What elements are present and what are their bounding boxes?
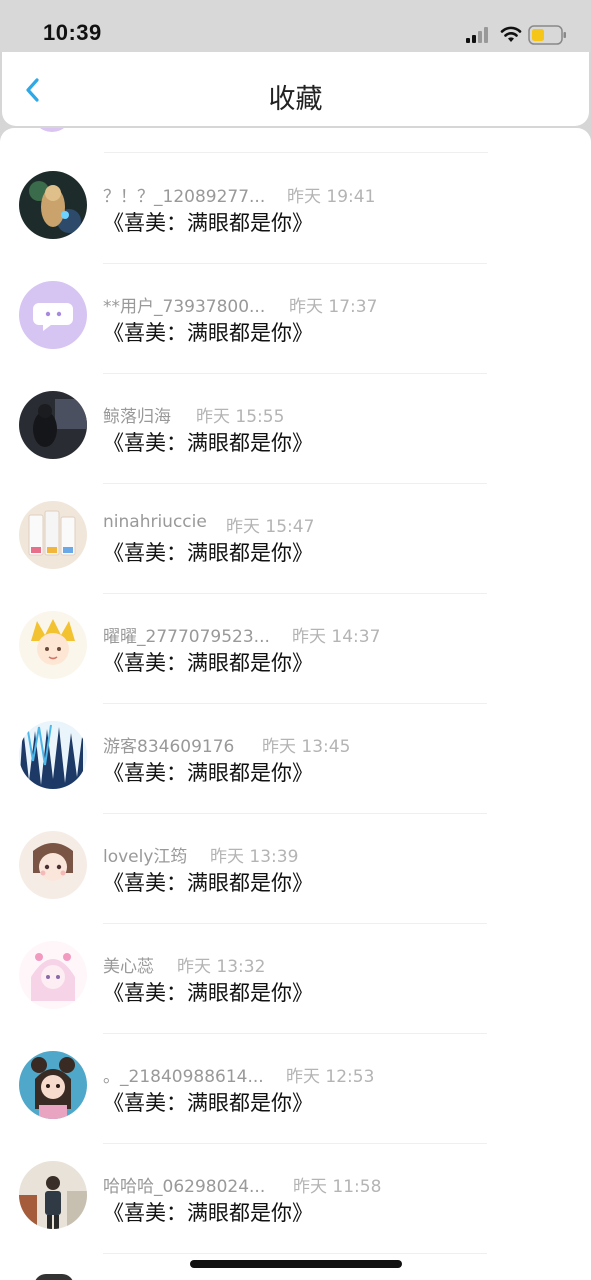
story-title: 《喜美：满眼都是你》 (103, 1091, 313, 1115)
timestamp: 昨天 12:53 (286, 1067, 375, 1087)
status-time: 10:39 (43, 20, 102, 45)
story-title: 《喜美：满眼都是你》 (103, 431, 313, 455)
favorite-item[interactable]: ninahriuccie 昨天 15:47 《喜美：满眼都是你》 (0, 484, 591, 594)
avatar[interactable] (19, 281, 87, 349)
username: 哈哈哈_06298024... (103, 1177, 266, 1197)
timestamp: 昨天 17:37 (289, 297, 378, 317)
username: 美心蕊 (103, 957, 154, 977)
wifi-icon (500, 26, 522, 42)
username: 鲸落归海 (103, 407, 171, 427)
story-title: 《喜美：满眼都是你》 (103, 981, 313, 1005)
avatar[interactable] (19, 831, 87, 899)
avatar (32, 128, 72, 132)
page-title: 收藏 (268, 84, 323, 115)
avatar[interactable] (19, 941, 87, 1009)
favorite-item[interactable]: ？！？_12089277... 昨天 19:41 《喜美：满眼都是你》 (0, 154, 591, 264)
favorite-item[interactable]: lovely江筠 昨天 13:39 《喜美：满眼都是你》 (0, 814, 591, 924)
timestamp: 昨天 13:45 (262, 737, 351, 757)
story-title: 《喜美：满眼都是你》 (103, 541, 313, 565)
avatar[interactable] (19, 171, 87, 239)
story-title: 《喜美：满眼都是你》 (103, 871, 313, 895)
username: 。_21840988614... (103, 1067, 264, 1087)
timestamp: 昨天 13:32 (177, 957, 266, 977)
timestamp: 昨天 19:41 (287, 187, 376, 207)
avatar[interactable] (19, 721, 87, 789)
username: lovely江筠 (103, 847, 188, 867)
username: ninahriuccie (103, 512, 207, 532)
avatar[interactable] (19, 611, 87, 679)
favorite-item[interactable]: **用户_73937800... 昨天 17:37 《喜美：满眼都是你》 (0, 264, 591, 374)
avatar[interactable] (19, 1161, 87, 1229)
avatar (34, 1274, 74, 1280)
timestamp: 昨天 13:39 (210, 847, 299, 867)
status-bar: 10:39 (0, 0, 591, 52)
story-title: 《喜美：满眼都是你》 (103, 651, 313, 675)
username: ？！？_12089277... (103, 187, 266, 207)
avatar[interactable] (19, 1051, 87, 1119)
navigation-bar: 收藏 (2, 52, 589, 126)
divider (103, 1253, 487, 1254)
story-title: 《喜美：满眼都是你》 (103, 321, 313, 345)
favorite-item[interactable]: 鲸落归海 昨天 15:55 《喜美：满眼都是你》 (0, 374, 591, 484)
timestamp: 昨天 15:47 (226, 517, 315, 537)
username: 曜曜_2777079523... (103, 627, 270, 647)
avatar[interactable] (19, 391, 87, 459)
favorite-item[interactable]: 哈哈哈_06298024... 昨天 11:58 《喜美：满眼都是你》 (0, 1144, 591, 1254)
story-title: 《喜美：满眼都是你》 (103, 761, 313, 785)
favorite-item[interactable]: 美心蕊 昨天 13:32 《喜美：满眼都是你》 (0, 924, 591, 1034)
avatar[interactable] (19, 501, 87, 569)
divider (104, 152, 488, 153)
favorite-item[interactable]: 曜曜_2777079523... 昨天 14:37 《喜美：满眼都是你》 (0, 594, 591, 704)
story-title: 《喜美：满眼都是你》 (103, 1201, 313, 1225)
username: **用户_73937800... (103, 297, 266, 317)
story-title: 《喜美：满眼都是你》 (103, 211, 313, 235)
timestamp: 昨天 14:37 (292, 627, 381, 647)
home-indicator[interactable] (190, 1260, 402, 1268)
username: 游客834609176 (103, 737, 235, 757)
favorites-list: ？！？_12089277... 昨天 19:41 《喜美：满眼都是你》 **用户… (0, 128, 591, 1280)
timestamp: 昨天 15:55 (196, 407, 285, 427)
timestamp: 昨天 11:58 (293, 1177, 382, 1197)
favorite-item[interactable]: 。_21840988614... 昨天 12:53 《喜美：满眼都是你》 (0, 1034, 591, 1144)
cellular-signal-icon (466, 27, 488, 43)
favorite-item[interactable]: 游客834609176 昨天 13:45 《喜美：满眼都是你》 (0, 704, 591, 814)
battery-icon (528, 25, 566, 45)
